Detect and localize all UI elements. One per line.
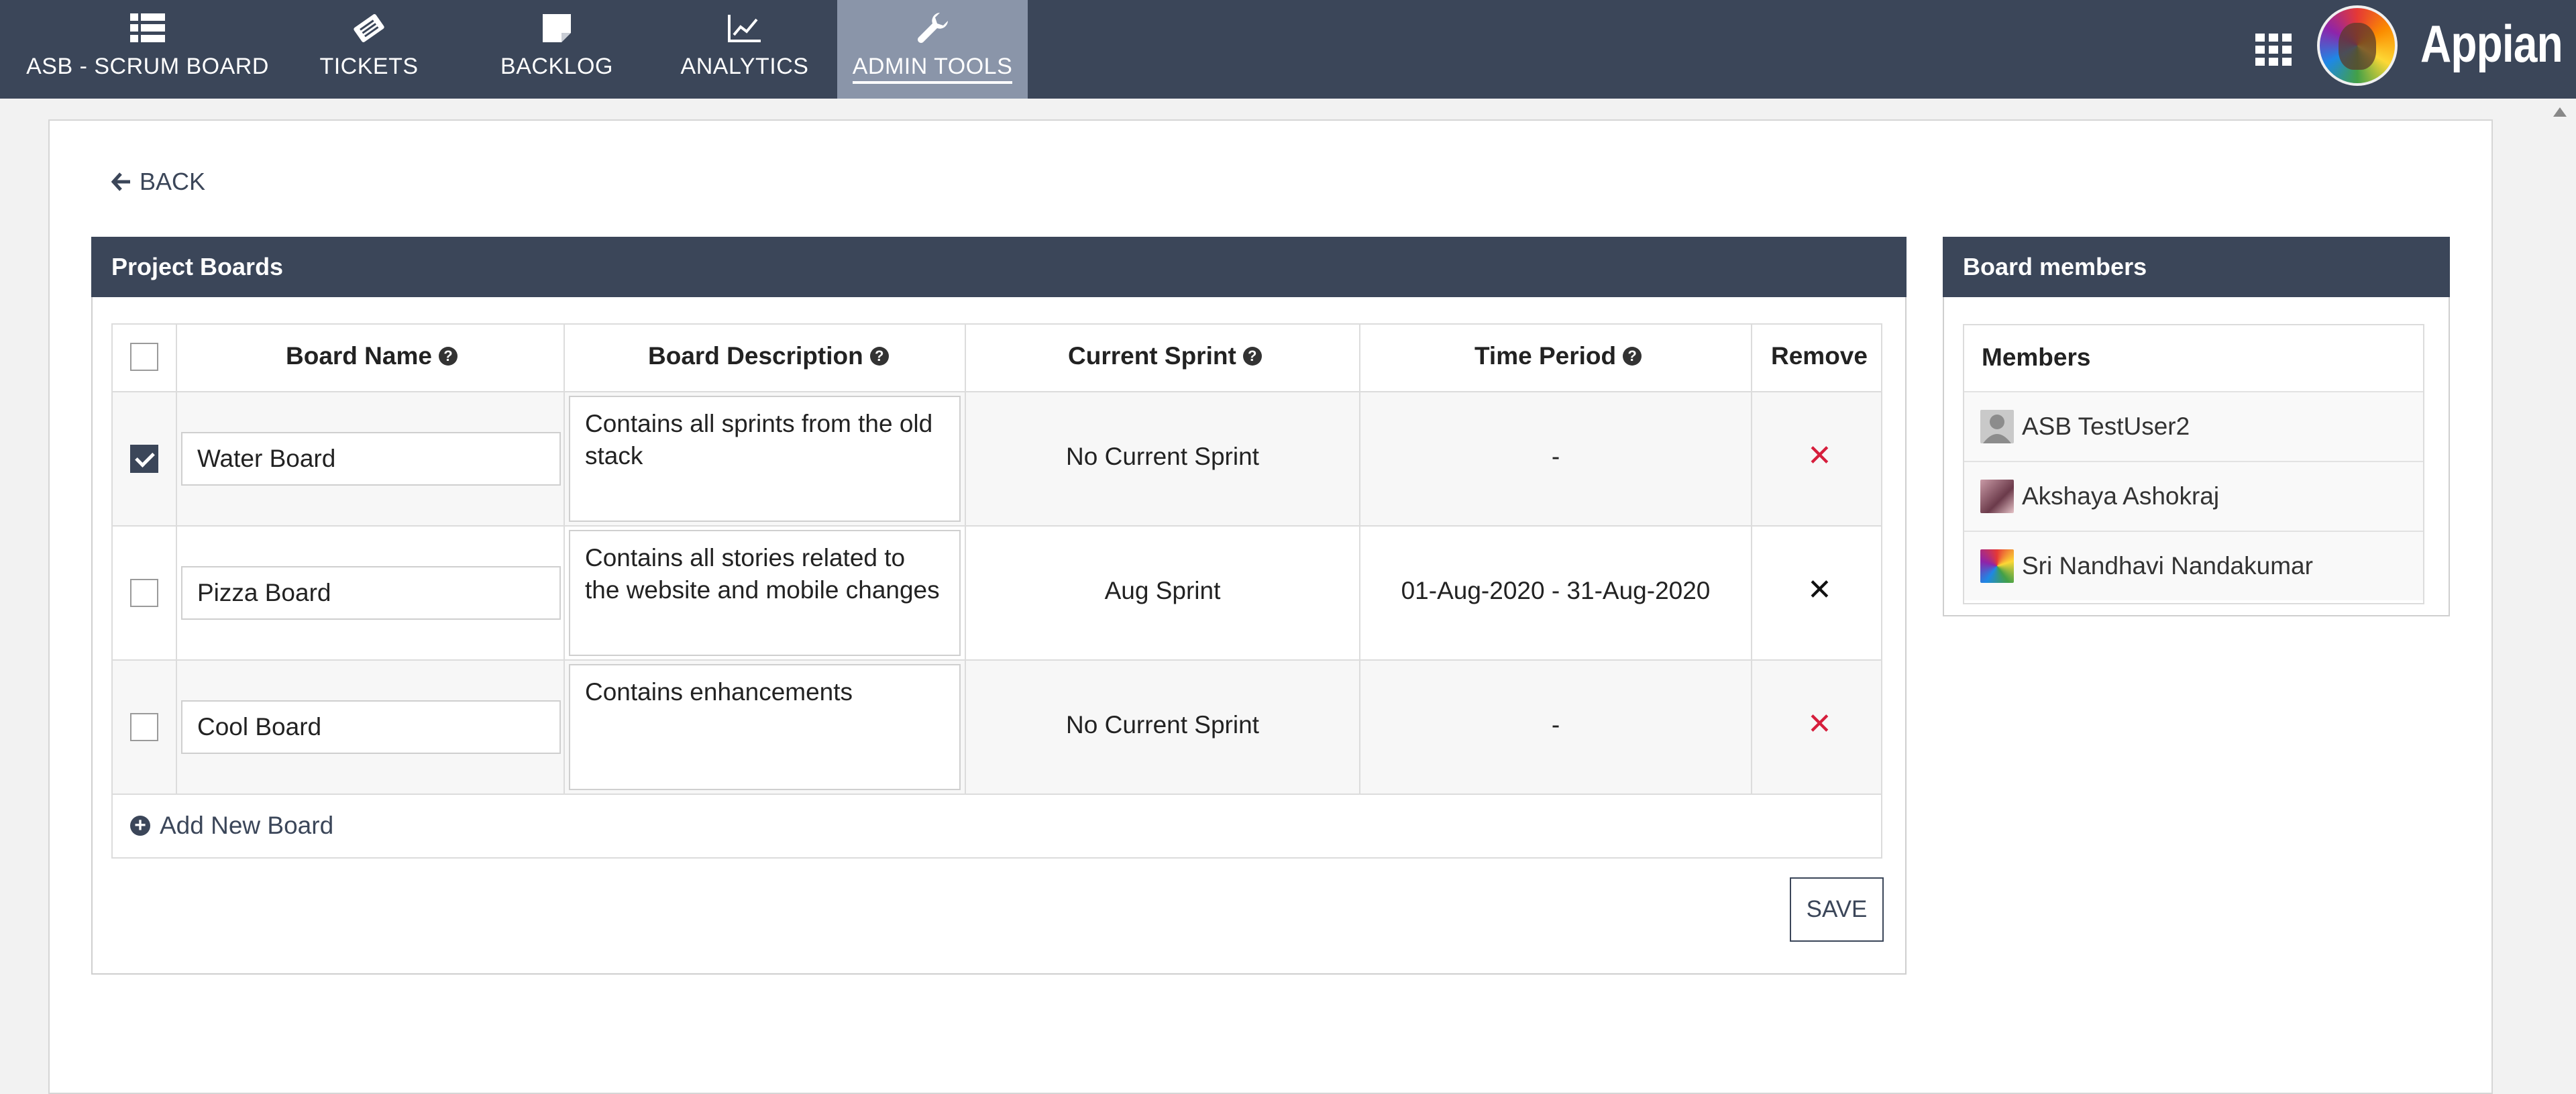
save-button[interactable]: SAVE [1790,877,1884,942]
row-checkbox[interactable] [130,713,158,741]
column-header-board-name: Board Name ? [286,342,458,370]
row-checkbox[interactable] [130,579,158,607]
tab-label: ANALYTICS [680,54,809,79]
panel-title: Board members [1963,253,2147,280]
help-icon[interactable]: ? [1242,347,1262,366]
tab-analytics[interactable]: ANALYTICS [671,0,818,99]
board-name-input[interactable]: Water Board [181,432,561,486]
select-all-checkbox[interactable] [130,343,158,371]
panel-title: Project Boards [111,253,284,280]
top-navigation-bar: ASB - SCRUM BOARD TICKETS BACKLOG ANALYT… [0,0,2576,99]
photo-avatar [1980,480,2014,513]
board-members-header: Board members [1943,237,2450,297]
tab-label: ADMIN TOOLS [852,54,1013,84]
appian-logo: Appian [2420,14,2563,73]
member-row[interactable]: Sri Nandhavi Nandakumar [1964,531,2423,600]
note-icon [538,9,576,47]
member-name: Sri Nandhavi Nandakumar [2022,552,2313,580]
colorful-avatar [1980,549,2014,583]
plus-circle-icon: + [130,816,150,836]
arrow-left-icon [111,172,130,191]
remove-icon[interactable]: ✕ [1807,441,1832,471]
help-icon[interactable]: ? [1623,347,1642,366]
current-sprint-value: No Current Sprint [1066,443,1259,470]
tab-tickets[interactable]: TICKETS [295,0,443,99]
board-name-input[interactable]: Cool Board [181,700,561,754]
tab-asb-scrum-board[interactable]: ASB - SCRUM BOARD [26,0,269,99]
tab-label: BACKLOG [500,54,613,79]
wrench-icon [914,9,951,47]
back-link[interactable]: BACK [111,168,205,196]
board-name-input[interactable]: Pizza Board [181,566,561,620]
project-boards-header: Project Boards [91,237,1907,297]
list-icon [129,9,166,47]
back-label: BACK [140,168,206,195]
time-period-value: - [1551,711,1560,739]
time-period-value: - [1551,443,1560,470]
default-user-icon [1980,410,2014,443]
tab-label: TICKETS [319,54,419,79]
board-description-input[interactable]: Contains enhancements [569,664,961,790]
scroll-up-arrow-icon[interactable] [2553,107,2567,117]
board-description-input[interactable]: Contains all stories related to the webs… [569,530,961,656]
app-grid-icon[interactable] [2255,34,2293,67]
user-avatar[interactable] [2317,5,2398,86]
time-period-value: 01-Aug-2020 - 31-Aug-2020 [1401,577,1711,604]
column-header-board-description: Board Description ? [648,342,889,370]
line-chart-icon [726,9,763,47]
help-icon[interactable]: ? [438,347,458,366]
member-name: ASB TestUser2 [2022,413,2190,440]
remove-icon[interactable]: ✕ [1807,576,1832,605]
member-row[interactable]: Akshaya Ashokraj [1964,461,2423,531]
ticket-icon [350,9,388,47]
current-sprint-value: No Current Sprint [1066,711,1259,739]
tab-backlog[interactable]: BACKLOG [483,0,631,99]
column-header-time-period: Time Period ? [1474,342,1642,370]
current-sprint-value: Aug Sprint [1104,577,1221,604]
add-new-board-label: Add New Board [160,812,334,839]
column-header-remove: Remove [1771,342,1868,370]
column-header-current-sprint: Current Sprint ? [1068,342,1262,370]
board-description-input[interactable]: Contains all sprints from the old stack [569,396,961,522]
add-new-board-link[interactable]: + Add New Board [130,812,333,840]
help-icon[interactable]: ? [869,347,889,366]
tab-label: ASB - SCRUM BOARD [26,54,269,79]
column-header-members: Members [1982,343,2091,371]
tab-admin-tools[interactable]: ADMIN TOOLS [837,0,1028,99]
remove-icon[interactable]: ✕ [1807,710,1832,739]
member-name: Akshaya Ashokraj [2022,482,2220,510]
member-row[interactable]: ASB TestUser2 [1964,391,2423,461]
row-checkbox[interactable] [130,445,158,473]
